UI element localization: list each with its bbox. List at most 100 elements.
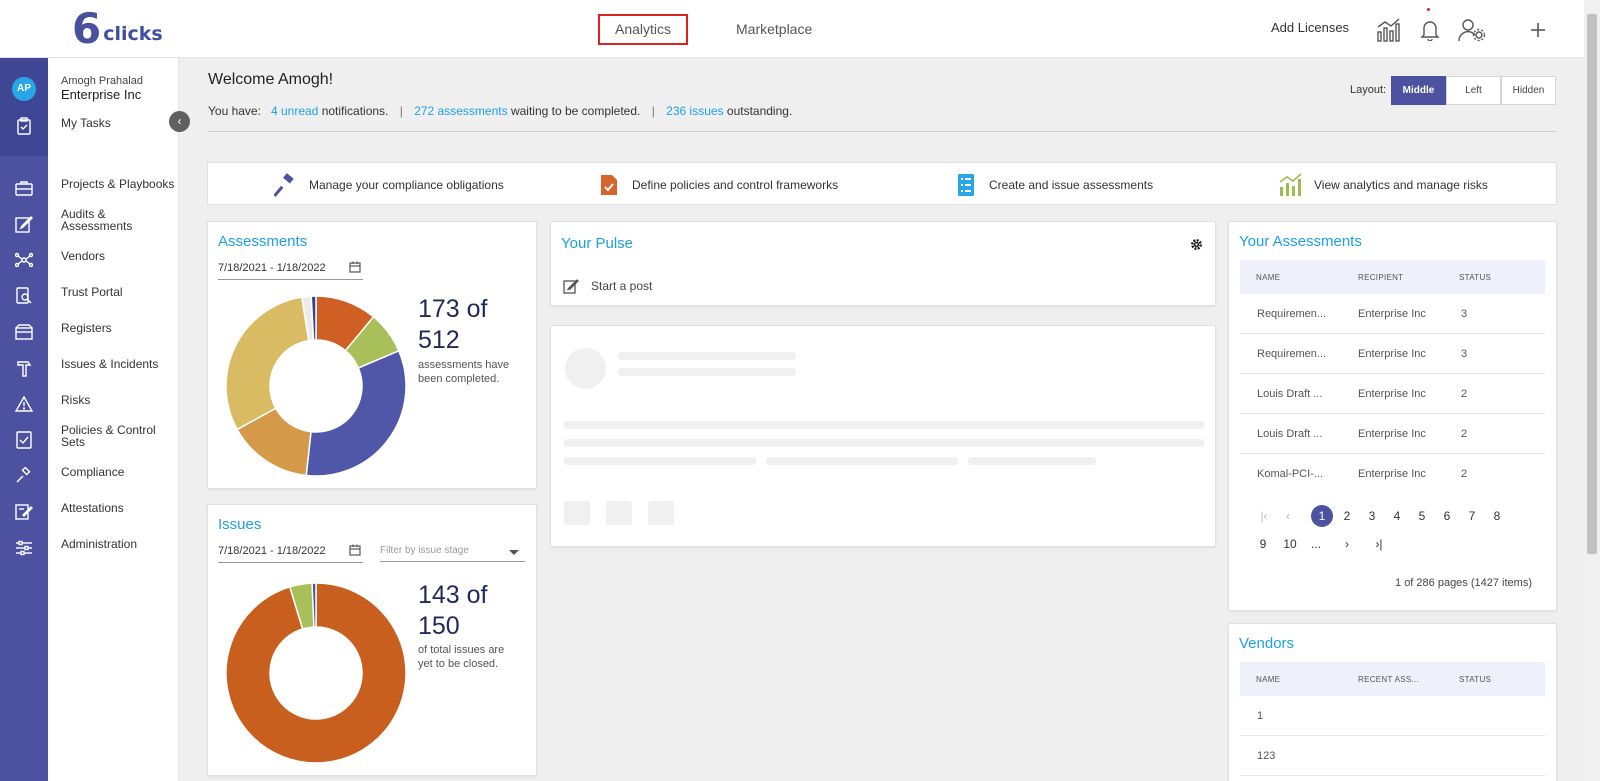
search-doc-icon[interactable] [13,285,35,307]
issues-count-line2: 150 [418,612,460,640]
pager-first-button[interactable]: |‹ [1253,505,1275,527]
user-org[interactable]: Enterprise Inc [61,87,141,102]
cell-name[interactable]: Louis Draft ... [1257,428,1322,440]
scrollbar-thumb[interactable] [1587,14,1597,554]
table-row[interactable]: Requiremen... Enterprise Inc 3 [1240,294,1545,334]
cell-name[interactable]: Komal-PCI-... [1257,468,1323,480]
unread-link[interactable]: 4 unread [271,104,318,118]
assessments-card: Assessments 7/18/2021 - 1/18/2022 173 of… [207,221,537,489]
sidebar-item-registers[interactable]: Registers [61,322,176,334]
collapse-sidebar-button[interactable]: ‹ [169,111,190,132]
table-row[interactable]: Requiremen... Enterprise Inc 3 [1240,334,1545,374]
column-recent-assessment[interactable]: RECENT ASS... [1358,675,1419,684]
add-icon[interactable] [1523,15,1553,45]
calendar-icon[interactable] [349,261,361,276]
pager-page-1[interactable]: 1 [1311,505,1333,527]
pager-prev-button[interactable]: ‹ [1277,505,1299,527]
column-status[interactable]: STATUS [1459,273,1491,282]
hammer-icon[interactable] [13,357,35,379]
cell-name[interactable]: 123 [1257,750,1275,762]
cell-name[interactable]: Louis Draft ... [1257,388,1322,400]
cell-name[interactable]: Requiremen... [1257,348,1326,360]
assessments-link[interactable]: 272 assessments [414,104,507,118]
edit-icon[interactable] [13,213,35,235]
donut-slice-3[interactable] [305,349,407,477]
sidebar-item-risks[interactable]: Risks [61,394,176,406]
sidebar-item-audits[interactable]: Audits & Assessments [61,208,156,232]
rail-top [0,58,48,156]
column-recipient[interactable]: RECIPIENT [1358,273,1403,282]
pager-page-5[interactable]: 5 [1411,505,1433,527]
warning-icon[interactable] [13,393,35,415]
box-icon[interactable] [13,321,35,343]
assessments-donut-chart [225,295,407,477]
date-range-picker[interactable]: 7/18/2021 - 1/18/2022 [218,544,363,563]
sign-icon[interactable] [13,501,35,523]
sidebar-item-administration[interactable]: Administration [61,538,176,550]
table-row[interactable]: 1 [1240,696,1545,736]
pager-page-7[interactable]: 7 [1461,505,1483,527]
unread-text: notifications. [321,104,389,118]
pager-page-6[interactable]: 6 [1436,505,1458,527]
column-name[interactable]: NAME [1256,273,1280,282]
notifications-bell-icon[interactable] [1415,15,1445,45]
gear-icon[interactable] [1190,238,1203,256]
layout-left-button[interactable]: Left [1446,76,1501,105]
issues-card: Issues 7/18/2021 - 1/18/2022 Filter by i… [207,504,537,776]
sidebar-item-my-tasks[interactable]: My Tasks [61,117,176,129]
gavel-icon[interactable] [13,465,35,487]
analytics-chart-icon[interactable] [1374,15,1404,45]
table-row[interactable]: 123 [1240,736,1545,776]
sliders-icon[interactable] [13,537,35,559]
sidebar-item-policies[interactable]: Policies & Control Sets [61,424,161,448]
briefcase-icon[interactable] [13,177,35,199]
quick-action-policies[interactable]: Define policies and control frameworks [596,163,838,206]
pager-next-button[interactable]: › [1336,533,1358,555]
tab-analytics[interactable]: Analytics [598,14,688,45]
table-row[interactable]: Komal-PCI-... Enterprise Inc 2 [1240,454,1545,494]
app-logo[interactable]: 6 clicks [72,8,163,50]
quick-action-analytics[interactable]: View analytics and manage risks [1278,163,1488,206]
pager-page-9[interactable]: 9 [1252,533,1274,555]
pager-page-2[interactable]: 2 [1336,505,1358,527]
sidebar-item-issues[interactable]: Issues & Incidents [61,358,176,370]
add-licenses-link[interactable]: Add Licenses [1271,20,1349,35]
page-scrollbar[interactable] [1584,0,1600,781]
policy-icon[interactable] [13,429,35,451]
pager-last-button[interactable]: ›| [1368,533,1390,555]
sidebar-item-trust-portal[interactable]: Trust Portal [61,286,176,298]
quick-action-compliance[interactable]: Manage your compliance obligations [273,163,504,206]
issues-link[interactable]: 236 issues [666,104,723,118]
pager-ellipsis[interactable]: ... [1305,533,1327,555]
summary-line: You have: 4 unread notifications. | 272 … [208,104,792,118]
pager-page-8[interactable]: 8 [1486,505,1508,527]
cell-name[interactable]: Requiremen... [1257,308,1326,320]
sidebar-item-attestations[interactable]: Attestations [61,502,176,514]
table-row[interactable]: Louis Draft ... Enterprise Inc 2 [1240,414,1545,454]
pager-page-10[interactable]: 10 [1277,533,1303,555]
tab-marketplace[interactable]: Marketplace [724,14,824,46]
sidebar-item-compliance[interactable]: Compliance [61,466,176,478]
card-title: Assessments [218,233,308,250]
pager-page-4[interactable]: 4 [1386,505,1408,527]
start-post-button[interactable]: Start a post [563,278,652,294]
donut-slice-5[interactable] [225,296,310,431]
quick-action-assessments[interactable]: Create and issue assessments [953,163,1153,206]
calendar-icon[interactable] [349,544,361,559]
date-range-picker[interactable]: 7/18/2021 - 1/18/2022 [218,261,363,280]
sidebar-item-vendors[interactable]: Vendors [61,250,176,262]
sidebar-item-projects[interactable]: Projects & Playbooks [61,178,176,190]
policy-doc-icon [596,172,622,198]
table-row[interactable]: Louis Draft ... Enterprise Inc 2 [1240,374,1545,414]
issue-stage-filter[interactable]: Filter by issue stage [380,545,525,562]
column-name[interactable]: NAME [1256,675,1280,684]
layout-middle-button[interactable]: Middle [1391,76,1446,105]
user-settings-icon[interactable] [1457,15,1487,45]
tasks-icon[interactable] [13,115,35,137]
avatar[interactable]: AP [12,77,36,101]
pager-page-3[interactable]: 3 [1361,505,1383,527]
cell-name[interactable]: 1 [1257,710,1263,722]
column-status[interactable]: STATUS [1459,675,1491,684]
network-icon[interactable] [13,249,35,271]
layout-hidden-button[interactable]: Hidden [1501,76,1556,105]
